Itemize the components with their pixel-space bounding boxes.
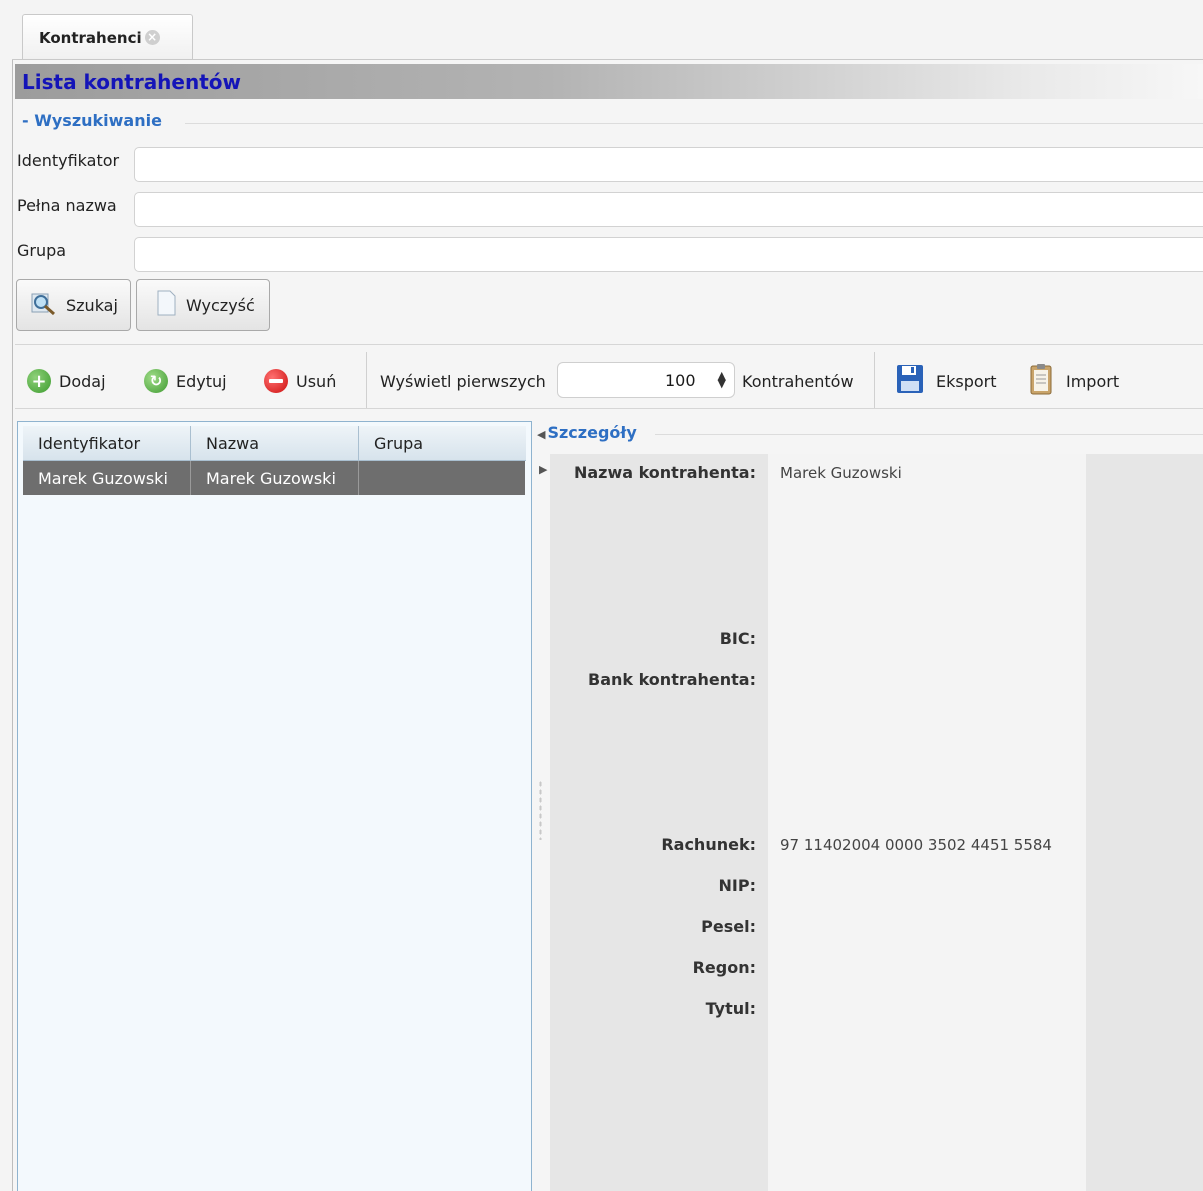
full-name-label: Pełna nazwa: [17, 196, 117, 215]
delete-button[interactable]: Usuń: [264, 366, 336, 396]
table-row[interactable]: Marek Guzowski Marek Guzowski: [23, 461, 525, 495]
collapse-arrow-icon: ◀: [537, 428, 546, 441]
clipboard-icon: [1030, 363, 1052, 399]
floppy-disk-icon: [896, 364, 924, 398]
regon-label: Regon:: [692, 958, 756, 977]
toolbar-top-line: [15, 344, 1203, 345]
details-label-column: Nazwa kontrahenta: BIC: Bank kontrahenta…: [550, 454, 768, 1191]
add-button[interactable]: + Dodaj: [27, 366, 106, 396]
identifier-label: Identyfikator: [17, 151, 120, 170]
count-suffix-label: Kontrahentów: [742, 371, 854, 391]
search-button-label: Szukaj: [66, 295, 118, 315]
contractor-name-label: Nazwa kontrahenta:: [573, 463, 756, 482]
details-extra-column: [1086, 454, 1203, 1191]
search-button[interactable]: Szukaj: [16, 279, 131, 331]
search-icon: [29, 289, 57, 321]
count-value: 100: [664, 370, 696, 390]
pesel-label: Pesel:: [701, 917, 756, 936]
clear-button-label: Wyczyść: [186, 295, 255, 315]
search-legend-line: [185, 123, 1203, 124]
cell-group: [359, 461, 525, 495]
details-value-column: [768, 454, 1086, 1191]
edit-button[interactable]: ↻ Edytuj: [144, 366, 227, 396]
contractor-name-value: Marek Guzowski: [780, 464, 902, 482]
clear-button[interactable]: Wyczyść: [136, 279, 270, 331]
group-input[interactable]: [134, 237, 1203, 272]
column-header-group[interactable]: Grupa: [359, 426, 526, 460]
add-button-label: Dodaj: [59, 371, 106, 391]
column-header-identifier[interactable]: Identyfikator: [23, 426, 190, 460]
toolbar-separator: [874, 352, 875, 408]
grid-header: Identyfikator Nazwa Grupa: [23, 426, 526, 461]
toolbar-bottom-line: [15, 408, 1203, 409]
identifier-input[interactable]: [134, 147, 1203, 182]
account-value: 97 11402004 0000 3502 4451 5584: [780, 836, 1052, 854]
export-button-label: Eksport: [936, 371, 997, 391]
close-icon[interactable]: ×: [144, 30, 160, 45]
plus-icon: +: [27, 369, 51, 393]
group-label: Grupa: [17, 241, 67, 260]
edit-button-label: Edytuj: [176, 371, 227, 391]
stepper-arrows-icon[interactable]: ▲ ▼: [718, 370, 726, 389]
details-legend[interactable]: ◀ Szczegóły: [537, 423, 637, 442]
search-legend[interactable]: - Wyszukiwanie: [22, 111, 162, 130]
tab-kontrahenci[interactable]: Kontrahenci ×: [22, 14, 193, 60]
full-name-input[interactable]: [134, 192, 1203, 227]
export-button[interactable]: Eksport: [896, 364, 997, 398]
contractors-grid: [17, 421, 532, 1191]
cell-identifier: Marek Guzowski: [38, 468, 168, 488]
toolbar-separator: [366, 352, 367, 408]
nip-label: NIP:: [718, 876, 756, 895]
clear-icon: [155, 289, 177, 321]
column-header-name[interactable]: Nazwa: [191, 426, 358, 460]
details-legend-label: Szczegóły: [547, 423, 637, 442]
cell-name: Marek Guzowski: [206, 468, 336, 488]
show-first-label: Wyświetl pierwszych: [380, 371, 546, 391]
minus-icon: [264, 369, 288, 393]
page-title: Lista kontrahentów: [15, 64, 1203, 99]
import-button-label: Import: [1066, 371, 1120, 391]
splitter-handle[interactable]: [539, 780, 542, 840]
expand-arrow-icon[interactable]: ▶: [539, 463, 547, 476]
account-label: Rachunek:: [661, 835, 756, 854]
bank-label: Bank kontrahenta:: [588, 670, 756, 689]
bic-label: BIC:: [719, 629, 756, 648]
tab-label: Kontrahenci: [39, 28, 142, 47]
count-stepper[interactable]: 100 ▲ ▼: [557, 362, 735, 398]
delete-button-label: Usuń: [296, 371, 337, 391]
details-legend-line: [655, 434, 1203, 435]
refresh-icon: ↻: [144, 369, 168, 393]
import-button[interactable]: Import: [1030, 363, 1120, 399]
title-label: Tytul:: [705, 999, 756, 1018]
